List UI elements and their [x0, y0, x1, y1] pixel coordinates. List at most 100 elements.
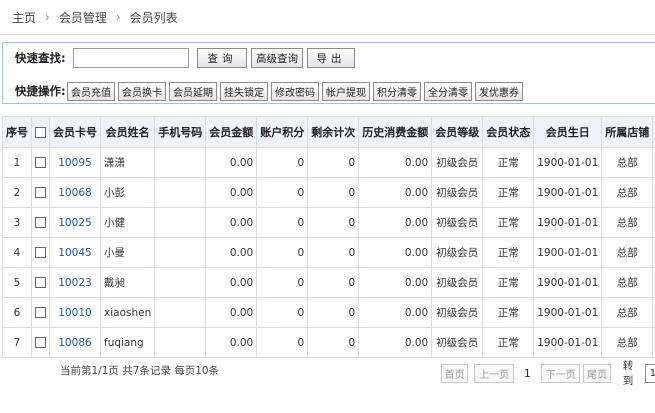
breadcrumb: 主页 › 会员管理 › 会员列表	[0, 0, 655, 35]
birthday: 1900-01-01	[533, 147, 603, 178]
change-card-button[interactable]: 会员换卡	[118, 81, 166, 101]
first-page-button[interactable]: 首页	[441, 363, 469, 383]
search-input[interactable]	[73, 48, 189, 68]
toolbar-panel: 快速查找: 查询 高级查询 导出 快捷操作: 会员充值 会员换卡 会员延期 挂失…	[2, 42, 655, 104]
goto-page-input[interactable]: 1	[645, 363, 655, 383]
clear-points-button[interactable]: 积分清零	[373, 81, 421, 101]
level: 初级会员	[431, 207, 484, 238]
withdraw-button[interactable]: 帐户提现	[322, 81, 370, 101]
remaining-count: 0	[307, 327, 360, 358]
birthday: 1900-01-01	[533, 237, 603, 268]
status: 正常	[482, 237, 535, 268]
row-index: 2	[2, 177, 32, 208]
member-name: xiaoshen	[99, 297, 156, 328]
level: 初级会员	[431, 327, 484, 358]
change-password-button[interactable]: 修改密码	[271, 81, 319, 101]
card-number-link[interactable]: 10010	[49, 297, 101, 328]
table-row[interactable]: 7 10086 fuqiang 0.00 0 0 0.00 初级会员 正常 1900-01-01 总…	[2, 327, 655, 358]
birthday: 1900-01-01	[533, 207, 603, 238]
clear-all-points-button[interactable]: 全分清零	[424, 81, 472, 101]
status: 正常	[482, 297, 535, 328]
row-index: 7	[2, 327, 32, 358]
row-checkbox[interactable]	[35, 307, 46, 318]
col-name: 会员姓名	[99, 116, 156, 148]
member-name: 小彭	[99, 177, 156, 208]
query-button[interactable]: 查询	[197, 48, 247, 68]
member-name: 潇潇	[99, 147, 156, 178]
card-number-link[interactable]: 10086	[49, 327, 101, 358]
status: 正常	[482, 207, 535, 238]
breadcrumb-home[interactable]: 主页	[12, 9, 36, 26]
col-level: 会员等级	[431, 116, 484, 148]
store: 总部	[601, 177, 654, 208]
phone	[154, 177, 207, 208]
level: 初级会员	[431, 267, 484, 298]
points: 0	[256, 327, 309, 358]
row-checkbox[interactable]	[35, 247, 46, 258]
col-balance: 会员金额	[205, 116, 258, 148]
phone	[154, 147, 207, 178]
phone	[154, 207, 207, 238]
history-spend: 0.00	[358, 327, 433, 358]
row-checkbox[interactable]	[35, 157, 46, 168]
row-index: 1	[2, 147, 32, 178]
prev-page-button[interactable]: 上一页	[474, 363, 514, 383]
member-name: 小曼	[99, 237, 156, 268]
row-index: 3	[2, 207, 32, 238]
recharge-button[interactable]: 会员充值	[67, 81, 115, 101]
select-all-checkbox[interactable]	[35, 127, 46, 138]
quick-ops-label: 快捷操作:	[15, 84, 66, 98]
col-store: 所属店铺	[601, 116, 654, 148]
remaining-count: 0	[307, 207, 360, 238]
table-row[interactable]: 210068小彭0.00000.00初级会员正常1900-01-01总部2014	[2, 177, 655, 208]
export-button[interactable]: 导出	[307, 48, 355, 68]
remaining-count: 0	[307, 237, 360, 268]
member-name: fuqiang	[99, 327, 156, 358]
remaining-count: 0	[307, 177, 360, 208]
table-row[interactable]: 410045小曼0.00000.00初级会员正常1900-01-01总部2014	[2, 237, 655, 268]
balance: 0.00	[205, 297, 258, 328]
row-checkbox[interactable]	[35, 217, 46, 228]
col-status: 会员状态	[482, 116, 535, 148]
card-number-link[interactable]: 10068	[49, 177, 101, 208]
quick-ops-row: 快捷操作: 会员充值 会员换卡 会员延期 挂失锁定 修改密码 帐户提现 积分清零…	[3, 80, 526, 102]
last-page-button[interactable]: 尾页	[583, 363, 611, 383]
breadcrumb-section[interactable]: 会员管理	[59, 9, 107, 26]
card-number-link[interactable]: 10045	[49, 237, 101, 268]
card-number-link[interactable]: 10023	[49, 267, 101, 298]
row-checkbox[interactable]	[35, 337, 46, 348]
lock-button[interactable]: 挂失锁定	[220, 81, 268, 101]
issue-coupon-button[interactable]: 发优惠券	[475, 81, 523, 101]
member-name: 小健	[99, 207, 156, 238]
goto-label: 转到	[622, 360, 634, 387]
points: 0	[256, 267, 309, 298]
col-remaining-count: 剩余计次	[307, 116, 360, 148]
balance: 0.00	[205, 177, 258, 208]
level: 初级会员	[431, 237, 484, 268]
pagination-summary: 当前第1/1页 共7条记录 每页10条	[60, 365, 220, 377]
col-history-spend: 历史消费金额	[358, 116, 433, 148]
card-number-link[interactable]: 10025	[49, 207, 101, 238]
store: 总部	[601, 207, 654, 238]
row-checkbox[interactable]	[35, 277, 46, 288]
status: 正常	[482, 147, 535, 178]
table-row[interactable]: 110095潇潇0.00000.00初级会员正常1900-01-01总部2014	[2, 147, 655, 178]
remaining-count: 0	[307, 147, 360, 178]
table-row[interactable]: 6 10010 xiaoshen 0.00 0 0 0.00 初级会员 正常 1900-01-01…	[2, 297, 655, 328]
table-row[interactable]: 310025小健0.00000.00初级会员正常1900-01-01总部2014	[2, 207, 655, 238]
history-spend: 0.00	[358, 177, 433, 208]
store: 总部	[601, 237, 654, 268]
status: 正常	[482, 177, 535, 208]
row-index: 5	[2, 267, 32, 298]
breadcrumb-separator-icon: ›	[115, 10, 121, 24]
extend-button[interactable]: 会员延期	[169, 81, 217, 101]
card-number-link[interactable]: 10095	[49, 147, 101, 178]
birthday: 1900-01-01	[533, 177, 603, 208]
balance: 0.00	[205, 327, 258, 358]
table-row[interactable]: 510023戴昶0.00000.00初级会员正常1900-01-01总部2014	[2, 267, 655, 298]
advanced-query-button[interactable]: 高级查询	[251, 48, 303, 68]
row-select-cell	[31, 207, 50, 238]
next-page-button[interactable]: 下一页	[540, 363, 581, 383]
row-checkbox[interactable]	[35, 187, 46, 198]
history-spend: 0.00	[358, 237, 433, 268]
